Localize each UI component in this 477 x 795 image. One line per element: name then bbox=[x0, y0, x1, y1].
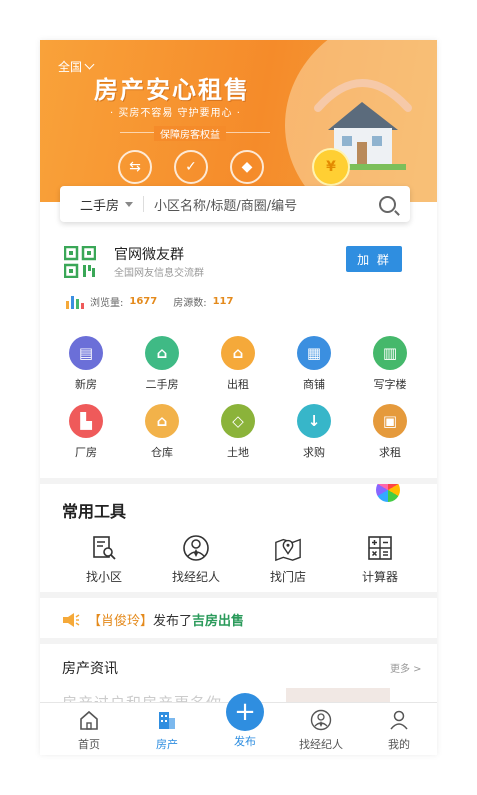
building-icon bbox=[159, 712, 175, 729]
publish-button[interactable]: + bbox=[226, 693, 264, 731]
tool-find-store[interactable]: 找门店 bbox=[248, 534, 328, 585]
tool-find-agent[interactable]: 找经纪人 bbox=[156, 534, 236, 585]
handshake-icon: ⇆ bbox=[118, 150, 152, 184]
agent-icon bbox=[310, 709, 332, 731]
notice-verb: 发布了 bbox=[153, 614, 193, 629]
group-subtitle: 全国网友信息交流群 bbox=[114, 268, 204, 279]
category-icon: ↓ bbox=[297, 404, 331, 438]
document-search-icon bbox=[90, 534, 118, 562]
category-icon: ▤ bbox=[69, 336, 103, 370]
group-title: 官网微友群 bbox=[114, 247, 184, 263]
caret-down-icon bbox=[125, 201, 134, 207]
category-icon: ▥ bbox=[373, 336, 407, 370]
category-label: 厂房 bbox=[75, 446, 97, 459]
category-item[interactable]: ⌂ 二手房 bbox=[130, 336, 194, 392]
tool-label: 找经纪人 bbox=[171, 570, 220, 584]
category-label: 新房 bbox=[75, 378, 97, 391]
listings-label: 房源数: bbox=[173, 298, 207, 309]
category-icon: ⌂ bbox=[145, 336, 179, 370]
category-item[interactable]: ↓ 求购 bbox=[282, 404, 346, 460]
category-label: 土地 bbox=[227, 446, 249, 459]
category-item[interactable]: ▣ 求租 bbox=[358, 404, 422, 460]
section-divider bbox=[40, 592, 437, 598]
search-input[interactable]: 小区名称/标题/商圈/编号 bbox=[154, 195, 379, 214]
promo-banner[interactable]: 全国 房产安心租售 · 买房不容易 守护要用心 · 保障房客权益 ⇆ ✓ ◆ ¥ bbox=[40, 40, 437, 202]
category-label: 写字楼 bbox=[373, 378, 407, 391]
section-divider bbox=[40, 478, 437, 484]
listings-count: 117 bbox=[212, 296, 234, 307]
tab-label: 找经纪人 bbox=[299, 738, 343, 751]
shield-icon: ✓ bbox=[174, 150, 208, 184]
search-separator bbox=[143, 196, 145, 212]
tool-find-community[interactable]: 找小区 bbox=[64, 534, 144, 585]
category-label: 二手房 bbox=[145, 378, 179, 391]
notice-item: 吉房出售 bbox=[192, 614, 245, 629]
tool-calculator[interactable]: 计算器 bbox=[340, 534, 420, 585]
category-item[interactable]: ▥ 写字楼 bbox=[358, 336, 422, 392]
tool-label: 找小区 bbox=[85, 570, 122, 584]
map-pin-icon bbox=[274, 534, 302, 562]
megaphone-icon bbox=[63, 612, 80, 627]
category-item[interactable]: ◇ 土地 bbox=[206, 404, 270, 460]
tool-label: 找门店 bbox=[269, 570, 306, 584]
search-category-dropdown[interactable]: 二手房 bbox=[60, 195, 134, 214]
agent-icon bbox=[182, 534, 210, 562]
diamond-icon: ◆ bbox=[230, 150, 264, 184]
category-item[interactable]: ▤ 新房 bbox=[54, 336, 118, 392]
announcement-ticker[interactable]: 【肖俊玲】发布了吉房出售 bbox=[62, 610, 244, 629]
calculator-icon bbox=[366, 534, 394, 562]
join-group-button[interactable]: 加 群 bbox=[346, 246, 402, 272]
search-icon[interactable] bbox=[379, 195, 396, 213]
category-item[interactable]: ⌂ 出租 bbox=[206, 336, 270, 392]
search-bar[interactable]: 二手房 小区名称/标题/商圈/编号 bbox=[60, 186, 410, 222]
category-item[interactable]: ▦ 商铺 bbox=[282, 336, 346, 392]
category-item[interactable]: ▙ 厂房 bbox=[54, 404, 118, 460]
category-label: 商铺 bbox=[303, 378, 325, 391]
tab-label: 房产 bbox=[156, 738, 178, 751]
category-icon: ⌂ bbox=[145, 404, 179, 438]
views-count: 1677 bbox=[129, 296, 158, 307]
category-icon: ▙ bbox=[69, 404, 103, 438]
tab-label: 我的 bbox=[388, 738, 410, 751]
tool-label: 计算器 bbox=[361, 570, 398, 584]
site-stats: 浏览量: 1677 房源数: 117 bbox=[66, 294, 243, 309]
category-label: 仓库 bbox=[151, 446, 173, 459]
tab-property[interactable]: 房产 bbox=[132, 709, 202, 752]
banner-title: 房产安心租售 bbox=[94, 76, 250, 104]
qr-code-icon bbox=[64, 246, 96, 278]
tab-home[interactable]: 首页 bbox=[54, 709, 124, 752]
category-item[interactable]: ⌂ 仓库 bbox=[130, 404, 194, 460]
region-label: 全国 bbox=[58, 60, 83, 74]
banner-subtitle: · 买房不容易 守护要用心 · bbox=[110, 108, 241, 119]
publish-label[interactable]: 发布 bbox=[221, 733, 269, 749]
section-divider bbox=[40, 638, 437, 644]
category-label: 求租 bbox=[379, 446, 401, 459]
category-label: 求购 bbox=[303, 446, 325, 459]
news-section-title: 房产资讯 bbox=[62, 661, 118, 677]
news-more-link[interactable]: 更多 > bbox=[390, 660, 422, 675]
home-icon bbox=[80, 710, 98, 730]
banner-tag: 保障房客权益 bbox=[154, 126, 226, 141]
category-icon: ▦ bbox=[297, 336, 331, 370]
bar-chart-icon bbox=[66, 295, 84, 309]
region-selector[interactable]: 全国 bbox=[58, 58, 95, 75]
search-category-label: 二手房 bbox=[80, 198, 120, 214]
tab-find-agent[interactable]: 找经纪人 bbox=[286, 709, 356, 752]
category-icon: ⌂ bbox=[221, 336, 255, 370]
tab-mine[interactable]: 我的 bbox=[364, 709, 434, 752]
banner-icon-row: ⇆ ✓ ◆ bbox=[118, 150, 264, 184]
tab-label: 首页 bbox=[78, 738, 100, 751]
category-icon: ◇ bbox=[221, 404, 255, 438]
notice-user: 【肖俊玲】 bbox=[88, 614, 154, 629]
coin-icon: ¥ bbox=[312, 148, 350, 186]
views-label: 浏览量: bbox=[90, 298, 124, 309]
user-icon bbox=[390, 710, 408, 730]
chevron-down-icon bbox=[84, 59, 95, 70]
wechat-group-card[interactable]: 官网微友群 全国网友信息交流群 加 群 bbox=[64, 242, 414, 282]
app-screen: 全国 房产安心租售 · 买房不容易 守护要用心 · 保障房客权益 ⇆ ✓ ◆ ¥… bbox=[40, 40, 437, 755]
tools-section-title: 常用工具 bbox=[62, 502, 127, 521]
bottom-tab-bar: 首页 房产 + 发布 找经纪人 我的 bbox=[40, 693, 437, 755]
category-label: 出租 bbox=[227, 378, 249, 391]
category-icon: ▣ bbox=[373, 404, 407, 438]
